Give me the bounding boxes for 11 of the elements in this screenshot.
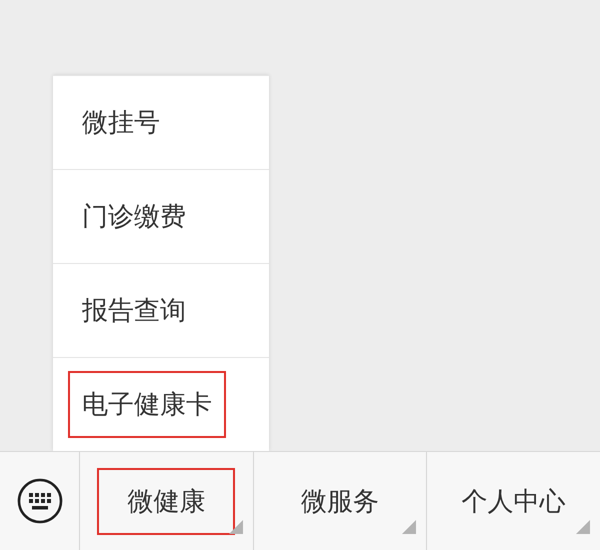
menu-tab[interactable]: 个人中心	[432, 468, 596, 534]
corner-triangle-icon	[402, 520, 416, 534]
menu-item[interactable]: 电子健康卡	[53, 357, 269, 451]
menu-tab[interactable]: 微健康	[97, 468, 236, 534]
menu-item[interactable]: 微挂号	[53, 75, 269, 169]
corner-triangle-icon	[228, 520, 243, 534]
keyboard-icon[interactable]	[16, 478, 62, 524]
corner-triangle-icon	[576, 520, 590, 534]
menu-item[interactable]: 门诊缴费	[53, 169, 269, 263]
menu-tab[interactable]: 微服务	[271, 468, 409, 534]
menu-item[interactable]: 报告查询	[53, 263, 269, 357]
